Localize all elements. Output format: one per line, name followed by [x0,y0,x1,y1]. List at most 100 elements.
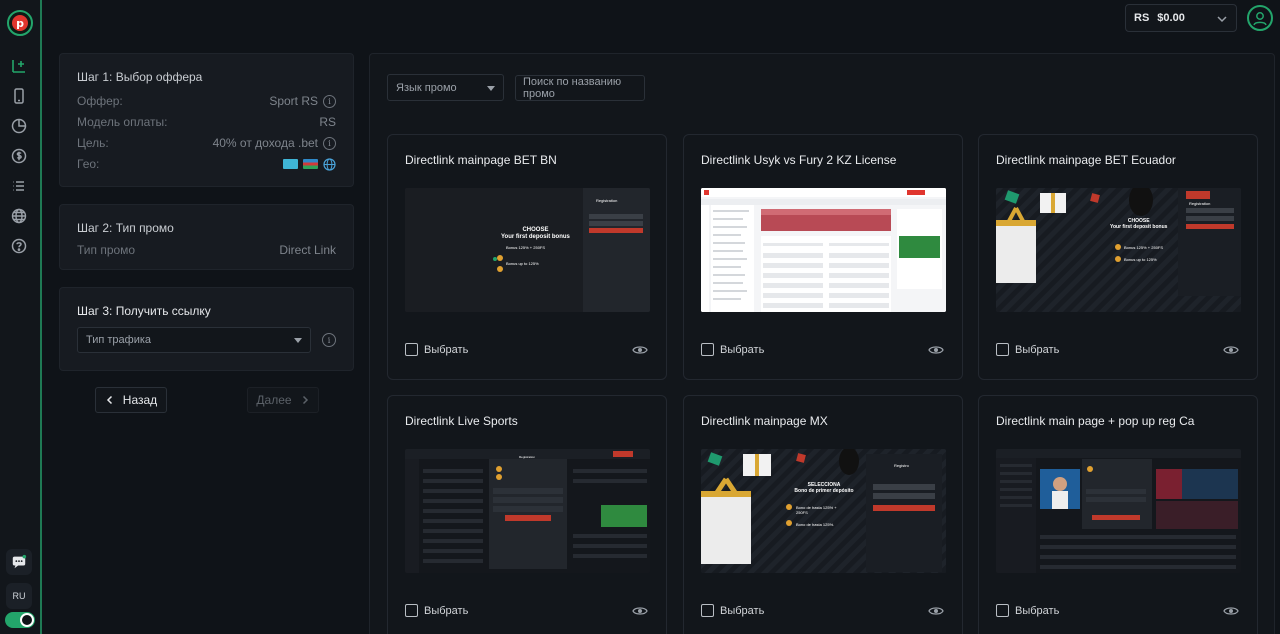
step2-card: Шаг 2: Тип промо Тип промо Direct Link [59,204,354,270]
eye-icon[interactable] [1223,344,1239,356]
left-rail: p RU [0,0,42,634]
promo-search-input[interactable]: Поиск по названию промо [515,75,645,101]
payment-model-label: Модель оплаты: [77,115,168,129]
info-icon[interactable]: i [322,333,336,347]
promo-card-title: Directlink main page + pop up reg Ca [996,414,1195,428]
promo-card-title: Directlink Live Sports [405,414,518,428]
select-label: Выбрать [720,604,765,617]
goal-label: Цель: [77,136,109,150]
promo-language-select[interactable]: Язык промо [387,74,504,101]
preview-bonus-2: Bonus up to 125% [1124,257,1157,262]
chevron-right-icon [302,395,308,405]
step3-card: Шаг 3: Получить ссылку Тип трафика i [59,287,354,371]
checkbox-box [701,604,714,617]
info-icon[interactable]: i [323,136,336,150]
logo-mark: p [12,15,28,31]
toggle-knob [20,613,34,627]
select-checkbox[interactable]: Выбрать [996,343,1059,356]
select-label: Выбрать [1015,343,1060,356]
brand-logo[interactable]: p [7,10,33,36]
preview-heading: CHOOSE Your first deposit bonus [1110,218,1168,230]
select-checkbox[interactable]: Выбрать [701,343,764,356]
promo-card-title: Directlink mainpage BET Ecuador [996,153,1176,167]
mobile-icon[interactable] [10,87,28,105]
user-avatar[interactable] [1247,5,1273,31]
promo-type-label: Тип промо [77,243,136,257]
preview-bonus-2: Bono de hasta 125%. [796,522,835,527]
list-icon[interactable] [10,177,28,195]
preview-registration: Registration [596,198,618,203]
promo-type-row: Тип промо Direct Link [77,243,336,257]
select-checkbox[interactable]: Выбрать [405,604,468,617]
theme-toggle[interactable] [5,612,35,628]
preview-registration: Registro [894,463,909,468]
chevron-down-icon [1217,16,1227,23]
offer-label: Оффер: [77,94,123,108]
eye-icon[interactable] [1223,605,1239,617]
promo-card[interactable]: Directlink mainpage MX SELECCIONA Bono d… [683,395,963,634]
preview-registration: Registration [519,455,536,459]
balance-value: $0.00 [1157,12,1185,24]
caret-down-icon [487,85,495,91]
select-checkbox[interactable]: Выбрать [405,343,468,356]
promo-card-title: Directlink mainpage BET BN [405,153,557,167]
select-checkbox[interactable]: Выбрать [996,604,1059,617]
promo-card-title: Directlink mainpage MX [701,414,828,428]
back-button[interactable]: Назад [95,387,167,413]
offer-value: Sport RS [269,94,318,108]
preview-heading: CHOOSE Your first deposit bonus [501,227,570,240]
chat-button[interactable] [6,549,32,575]
flag-az-icon [303,159,318,169]
globe-icon[interactable] [10,207,28,225]
traffic-type-placeholder: Тип трафика [86,334,152,346]
promo-preview-image: Registration [405,449,650,573]
step2-title: Шаг 2: Тип промо [77,221,174,235]
preview-registration: Registration [1189,201,1211,206]
geo-label: Гео: [77,157,100,171]
checkbox-box [405,343,418,356]
step3-title: Шаг 3: Получить ссылку [77,304,211,318]
eye-icon[interactable] [928,605,944,617]
goal-value: 40% от дохода .bet [212,136,318,150]
checkbox-box [701,343,714,356]
promo-type-value: Direct Link [279,243,336,257]
promo-search-placeholder: Поиск по названию промо [523,76,622,100]
offer-row: Оффер: Sport RS i [77,94,336,108]
flag-kz-icon [283,159,298,169]
promo-preview-image [996,449,1241,573]
globe-icon [323,157,336,171]
promo-card[interactable]: Directlink Live Sports Registration Выбр… [387,395,667,634]
help-icon[interactable] [10,237,28,255]
language-button[interactable]: RU [6,583,32,609]
promo-preview-image [701,188,946,312]
add-offer-icon[interactable] [10,57,28,75]
step1-card: Шаг 1: Выбор оффера Оффер: Sport RS i Мод… [59,53,354,187]
pie-chart-icon[interactable] [10,117,28,135]
preview-heading: SELECCIONA Bono de primer depósito [794,482,854,494]
preview-bonus-1: Bonus 125% + 250FS [506,245,546,250]
eye-icon[interactable] [928,344,944,356]
promo-card[interactable]: Directlink mainpage BET BN CHOOSE Your f… [387,134,667,380]
preview-bonus-2: Bonus up to 125% [506,261,539,266]
dollar-icon[interactable] [10,147,28,165]
eye-icon[interactable] [632,605,648,617]
geo-row: Гео: [77,157,336,171]
select-checkbox[interactable]: Выбрать [701,604,764,617]
balance-dropdown[interactable]: RS $0.00 [1125,4,1237,32]
promo-card[interactable]: Directlink Usyk vs Fury 2 KZ License Выб… [683,134,963,380]
promo-card[interactable]: Directlink main page + pop up reg Ca Выб… [978,395,1258,634]
step1-title: Шаг 1: Выбор оффера [77,70,203,84]
payment-model-value: RS [319,115,336,129]
user-icon [1253,12,1267,26]
promo-card[interactable]: Directlink mainpage BET Ecuador CHOOSE Y… [978,134,1258,380]
next-label: Далее [256,393,292,407]
payment-model-row: Модель оплаты: RS [77,115,336,129]
back-label: Назад [122,393,158,407]
info-icon[interactable]: i [323,94,336,108]
eye-icon[interactable] [632,344,648,356]
select-label: Выбрать [424,604,469,617]
caret-down-icon [294,338,302,343]
traffic-type-select[interactable]: Тип трафика [77,327,311,353]
next-button[interactable]: Далее [247,387,319,413]
goal-row: Цель: 40% от дохода .bet i [77,136,336,150]
